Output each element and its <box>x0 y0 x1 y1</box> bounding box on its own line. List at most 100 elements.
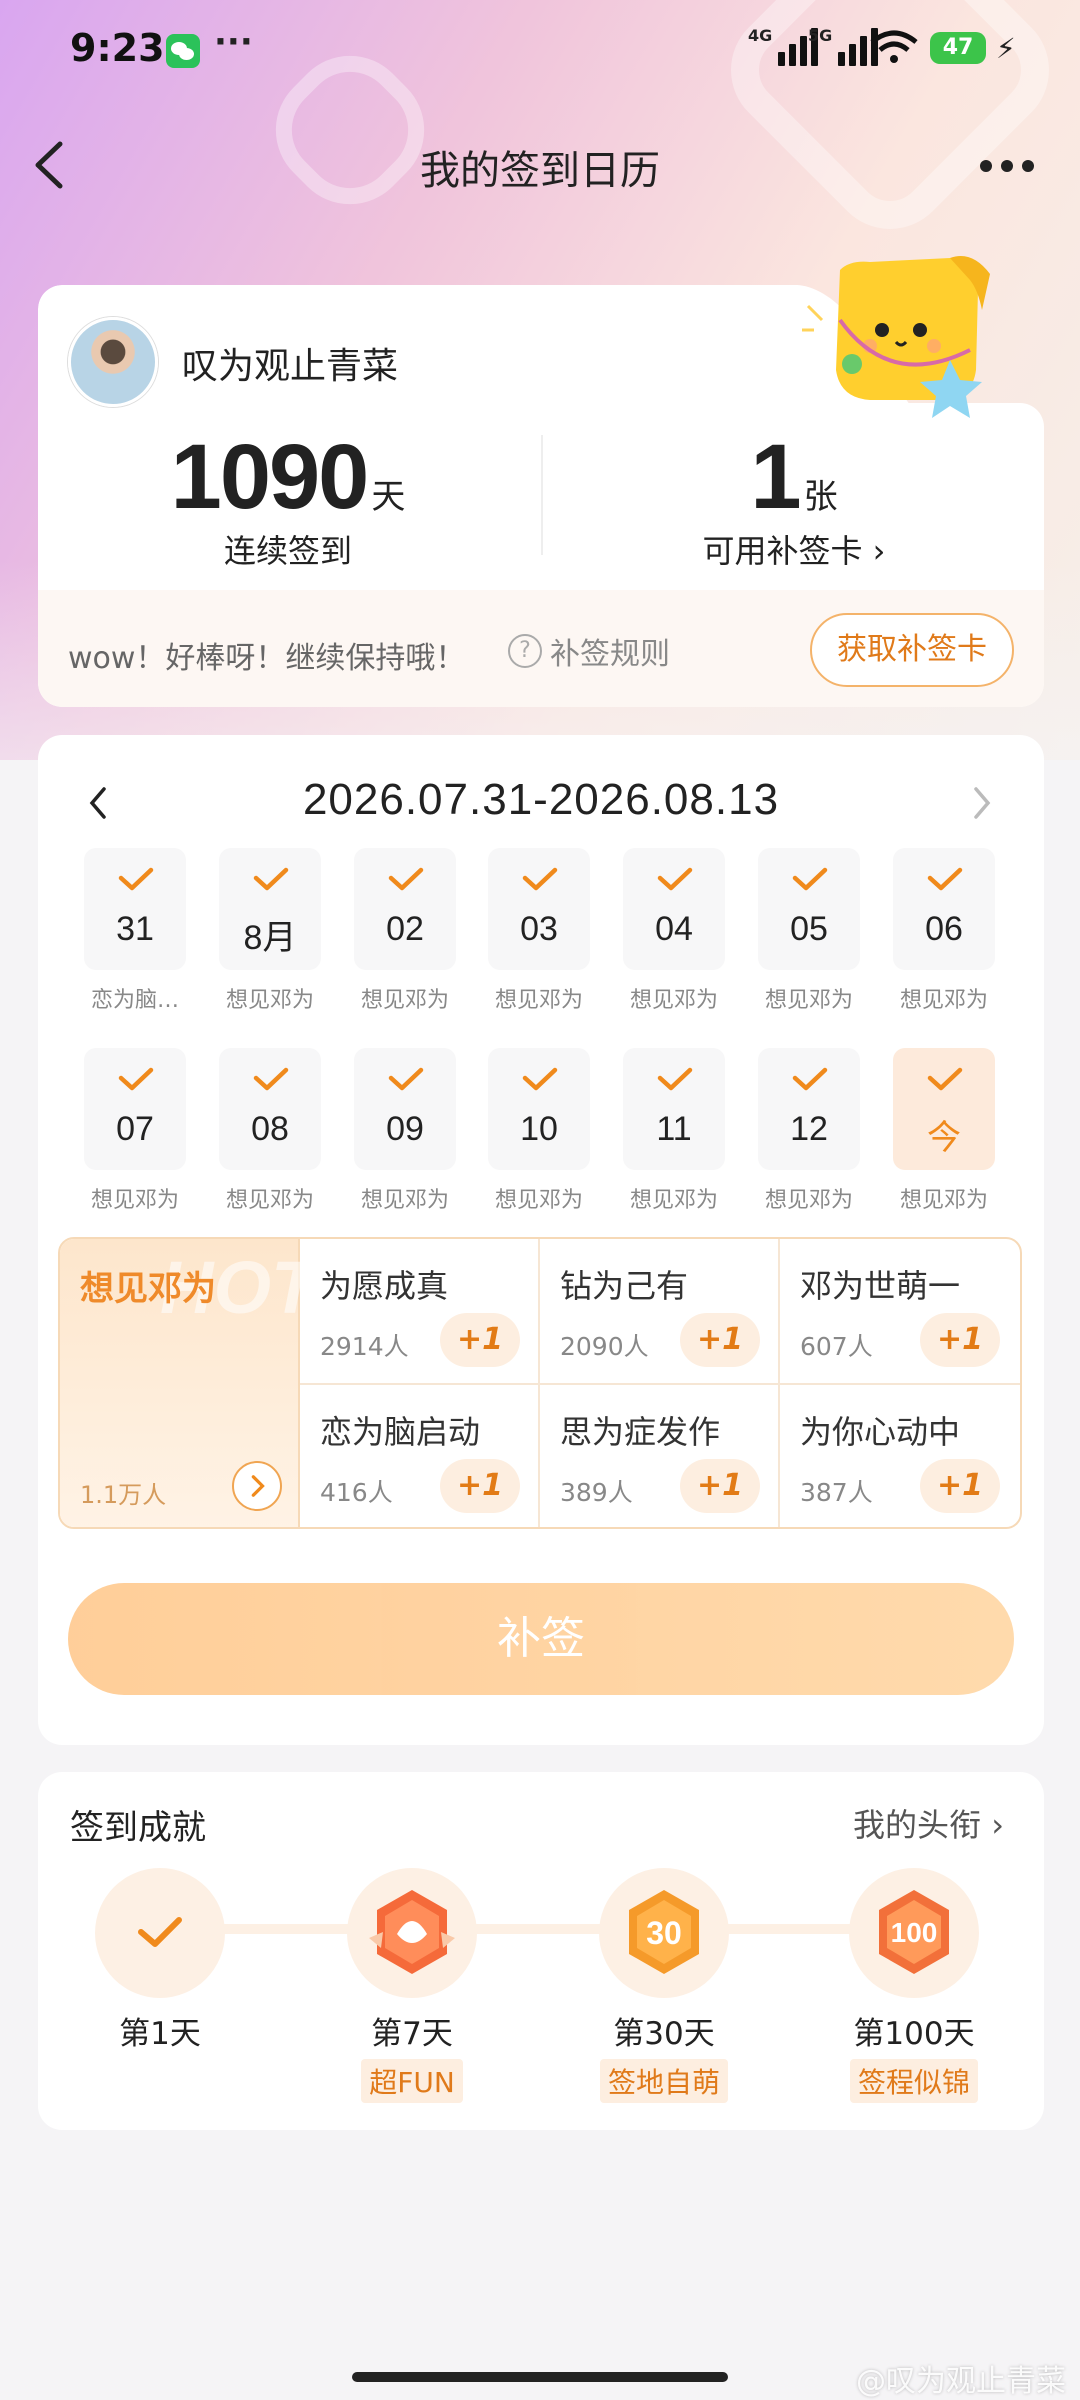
calendar-day-today[interactable]: 今想见邓为 <box>893 1048 995 1214</box>
plus-one-button[interactable]: +1 <box>440 1313 520 1367</box>
plus-one-button[interactable]: +1 <box>680 1313 760 1367</box>
topic-item[interactable]: 恋为脑启动 416人 +1 <box>300 1385 540 1527</box>
day-topic-label: 想见邓为 <box>494 1188 583 1213</box>
day-number: 08 <box>251 1110 289 1148</box>
calendar-day[interactable]: 09 想见邓为 <box>354 1048 456 1214</box>
network-label: 4G <box>748 26 773 45</box>
day-number: 11 <box>656 1110 692 1148</box>
topic-name: 恋为脑启动 <box>320 1413 481 1451</box>
topic-name: 思为症发作 <box>560 1413 721 1451</box>
day-box: 10 <box>488 1048 590 1170</box>
mascot-icon <box>802 256 990 418</box>
avatar[interactable] <box>68 317 158 407</box>
calendar-card: 2026.07.31-2026.08.13 31 恋为脑… 8月 想见邓为 02 想见邓为… <box>38 735 1044 1745</box>
topic-count: 2914人 <box>320 1332 409 1361</box>
day-box: 06 <box>893 848 995 970</box>
more-options-icon[interactable] <box>980 160 1034 172</box>
topic-name: 为你心动中 <box>800 1413 961 1451</box>
topic-name: 钻为己有 <box>560 1267 689 1305</box>
badge-title: 超FUN <box>361 2059 463 2103</box>
wechat-icon <box>166 34 200 68</box>
status-bar: 9:23 ··· 4G 5G 47 ⚡ <box>0 0 1080 100</box>
question-icon: ? <box>508 634 542 668</box>
signal-5g-icon: 5G <box>808 26 879 66</box>
calendar-day[interactable]: 05 想见邓为 <box>758 848 860 1014</box>
days100-badge-icon: 100 <box>879 1890 949 1974</box>
calendar-day[interactable]: 31 恋为脑… <box>84 848 186 1014</box>
plus-one-button[interactable]: +1 <box>920 1459 1000 1513</box>
topic-item[interactable]: 为愿成真 2914人 +1 <box>300 1239 540 1385</box>
day-number: 10 <box>520 1110 558 1148</box>
plus-one-button[interactable]: +1 <box>440 1459 520 1513</box>
topic-main[interactable]: HOT 想见邓为 1.1万人 <box>60 1239 316 1527</box>
check-icon <box>792 1067 828 1091</box>
plus-one-button[interactable]: +1 <box>920 1313 1000 1367</box>
plus-one-button[interactable]: +1 <box>680 1459 760 1513</box>
my-titles-link[interactable]: 我的头衔 › <box>853 1800 1004 1846</box>
day-topic-label: 想见邓为 <box>764 988 853 1013</box>
day-topic-label: 想见邓为 <box>360 988 449 1013</box>
calendar-day[interactable]: 11 想见邓为 <box>623 1048 725 1214</box>
calendar-day[interactable]: 03 想见邓为 <box>488 848 590 1014</box>
day-box: 04 <box>623 848 725 970</box>
topic-name: 想见邓为 <box>80 1269 216 1309</box>
streak-unit: 天 <box>371 477 406 517</box>
calendar-day[interactable]: 08 想见邓为 <box>219 1048 321 1214</box>
topic-item[interactable]: 思为症发作 389人 +1 <box>540 1385 780 1527</box>
topic-name: 为愿成真 <box>320 1267 449 1305</box>
day-topic-label: 恋为脑… <box>90 988 179 1013</box>
day-number: 今 <box>927 1118 961 1158</box>
next-week-icon[interactable] <box>970 785 994 821</box>
charging-icon: ⚡ <box>996 32 1016 65</box>
get-makeup-card-button[interactable]: 获取补签卡 <box>810 613 1014 687</box>
network-label: 5G <box>808 26 833 45</box>
calendar-day[interactable]: 8月 想见邓为 <box>219 848 321 1014</box>
date-range: 2026.07.31-2026.08.13 <box>302 775 780 824</box>
badge-day-label: 第7天 <box>371 2016 453 2052</box>
check-icon <box>253 1067 289 1091</box>
days30-badge-icon: 30 <box>629 1890 699 1974</box>
badge-day30[interactable]: 30 第30天 签地自萌 <box>564 1868 764 2103</box>
day-number: 02 <box>386 910 424 948</box>
day-number: 07 <box>116 1110 154 1148</box>
rules-label: 补签规则 <box>550 637 670 672</box>
fun-badge-icon <box>369 1890 455 1974</box>
day-box: 8月 <box>219 848 321 970</box>
day-box: 12 <box>758 1048 860 1170</box>
badge-day7[interactable]: 第7天 超FUN <box>312 1868 512 2103</box>
calendar-day[interactable]: 12 想见邓为 <box>758 1048 860 1214</box>
topic-item[interactable]: 钻为己有 2090人 +1 <box>540 1239 780 1385</box>
calendar-day[interactable]: 04 想见邓为 <box>623 848 725 1014</box>
topic-count: 387人 <box>800 1478 873 1507</box>
wifi-icon <box>870 30 918 63</box>
svg-text:30: 30 <box>646 1915 682 1951</box>
home-indicator[interactable] <box>352 2372 728 2382</box>
makeup-card-stat[interactable]: 1张 可用补签卡 › <box>544 425 1044 572</box>
day-number: 06 <box>925 910 963 948</box>
topic-item[interactable]: 邓为世萌一 607人 +1 <box>780 1239 1020 1385</box>
makeup-signin-button[interactable]: 补签 <box>68 1583 1014 1695</box>
cards-value: 1 <box>750 426 801 528</box>
day-number: 31 <box>116 910 154 948</box>
calendar-day[interactable]: 02 想见邓为 <box>354 848 456 1014</box>
badge-day1[interactable]: 第1天 <box>60 1868 260 2053</box>
chevron-right-icon[interactable] <box>232 1461 282 1511</box>
username: 叹为观止青菜 <box>182 346 399 387</box>
topic-item[interactable]: 为你心动中 387人 +1 <box>780 1385 1020 1527</box>
day-box: 03 <box>488 848 590 970</box>
day-number: 03 <box>520 910 558 948</box>
calendar-day[interactable]: 07 想见邓为 <box>84 1048 186 1214</box>
page-title: 我的签到日历 <box>420 148 660 194</box>
calendar-day[interactable]: 06 想见邓为 <box>893 848 995 1014</box>
badge-day100[interactable]: 100 第100天 签程似锦 <box>814 1868 1014 2103</box>
check-icon <box>927 1067 963 1091</box>
check-icon <box>657 867 693 891</box>
check-icon <box>118 867 154 891</box>
day-number: 12 <box>790 1110 828 1148</box>
svg-text:100: 100 <box>891 1917 938 1948</box>
calendar-day[interactable]: 10 想见邓为 <box>488 1048 590 1214</box>
cards-caption[interactable]: 可用补签卡 › <box>544 526 1044 572</box>
check-icon <box>388 1067 424 1091</box>
rules-link[interactable]: ? 补签规则 <box>508 629 670 673</box>
streak-value: 1090 <box>170 426 370 528</box>
